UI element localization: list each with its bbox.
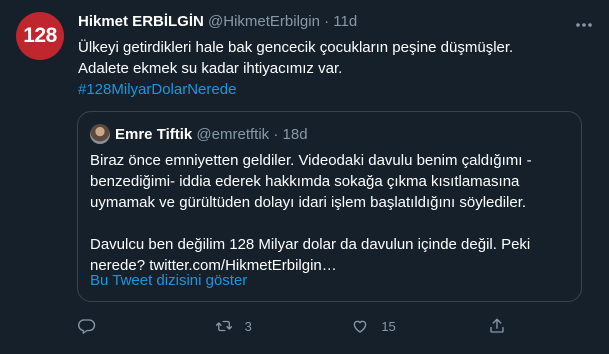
author-avatar[interactable]: 128 [16, 12, 64, 60]
quoted-paragraph-1: Biraz önce emniyetten geldiler. Videodak… [90, 152, 532, 211]
tweet-text: Ülkeyi getirdikleri hale bak gencecik ço… [78, 37, 588, 100]
retweet-icon [215, 320, 232, 332]
share-icon [490, 318, 504, 333]
tweet-time[interactable]: 11d [333, 13, 357, 30]
reply-icon [78, 319, 96, 334]
quoted-author-handle[interactable]: @emretftik [196, 126, 269, 143]
tweet-header: Hikmet ERBİLGİN @HikmetErbilgin · 11d [78, 13, 357, 30]
quoted-header-separator: · [273, 125, 279, 143]
hashtag-link[interactable]: #128MilyarDolarNerede [78, 79, 588, 100]
retweet-count: 3 [244, 318, 252, 334]
tweet-text-line-2: Adalete ekmek su kadar ihtiyacımız var. [78, 60, 343, 77]
quoted-author-avatar[interactable] [90, 124, 110, 144]
avatar-text: 128 [23, 24, 57, 47]
tweet-actions: 3 15 [78, 314, 508, 338]
heart-icon [354, 320, 367, 333]
quoted-tweet[interactable]: Emre Tiftik @emretftik · 18d Biraz önce … [77, 111, 582, 302]
author-name[interactable]: Hikmet ERBİLGİN [78, 13, 204, 30]
like-count: 15 [381, 318, 396, 334]
quoted-author-name[interactable]: Emre Tiftik [115, 126, 192, 143]
quoted-tweet-header: Emre Tiftik @emretftik · 18d [90, 124, 308, 144]
reply-button[interactable] [78, 317, 168, 335]
tweet-text-line-1: Ülkeyi getirdikleri hale bak gencecik ço… [78, 39, 514, 56]
tweet[interactable]: 128 Hikmet ERBİLGİN @HikmetErbilgin · 11… [0, 0, 609, 354]
like-button[interactable]: 15 [351, 317, 441, 335]
share-button[interactable] [488, 317, 508, 335]
retweet-button[interactable]: 3 [215, 317, 305, 335]
quoted-tweet-time[interactable]: 18d [283, 126, 308, 143]
quoted-paragraph-2: Davulcu ben değilim 128 Milyar dolar da … [90, 236, 531, 274]
quoted-tweet-text: Biraz önce emniyetten geldiler. Videodak… [90, 150, 560, 276]
header-separator: · [324, 13, 330, 30]
author-handle[interactable]: @HikmetErbilgin [208, 13, 320, 30]
show-thread-link[interactable]: Bu Tweet dizisini göster [90, 272, 247, 289]
more-options-icon[interactable] [573, 14, 595, 36]
